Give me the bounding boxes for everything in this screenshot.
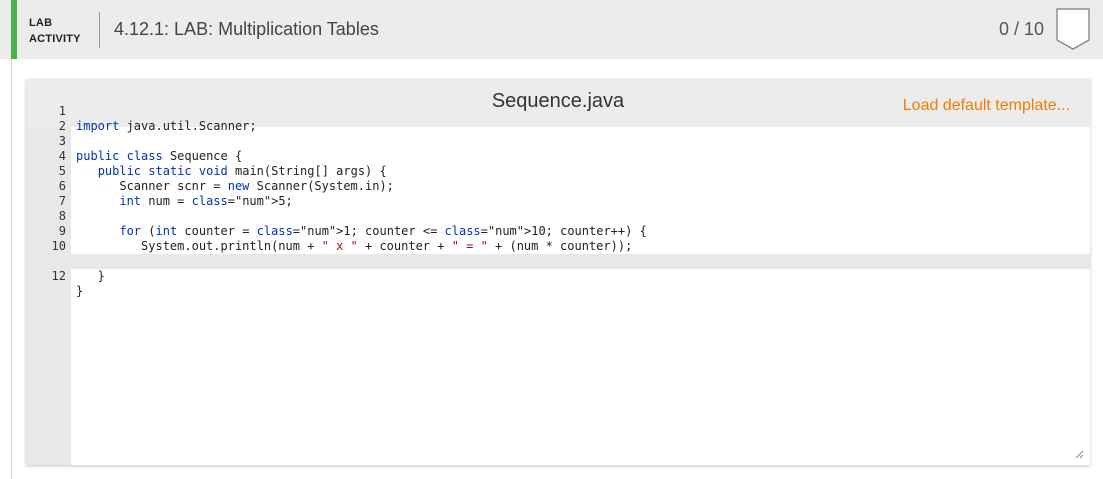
code-line[interactable]: 6 int num = class="num">5; [26,164,1090,208]
code-lines[interactable]: 1 import java.util.Scanner; 2 3 public c… [26,89,1090,298]
code-line[interactable]: 4 public static void main(String[] args)… [26,134,1090,178]
active-code-line[interactable]: 12 } [26,254,1090,298]
line-text[interactable]: } [76,284,83,299]
line-number: 12 [51,269,66,283]
lab-title: 4.12.1: LAB: Multiplication Tables [114,19,379,39]
code-line[interactable]: 9 System.out.println(num + " x " + count… [26,209,1090,253]
header-divider [99,12,100,48]
accent-bar [11,0,17,59]
lab-header: LAB ACTIVITY 4.12.1: LAB: Multiplication… [0,0,1103,59]
code-line[interactable]: 7 [26,179,1090,208]
score-display: 0 / 10 [999,19,1045,39]
lab-tag-line1: LAB [29,17,53,29]
code-line[interactable]: 1 import java.util.Scanner; [26,89,1090,133]
completion-badge-icon [1056,8,1090,50]
code-line[interactable]: 10 } [26,224,1090,268]
code-line[interactable]: 8 for (int counter = class="num">1; coun… [26,194,1090,238]
code-line[interactable]: 11 } [26,239,1090,283]
code-line[interactable]: 3 public class Sequence { [26,119,1090,163]
code-line[interactable]: 2 [26,104,1090,133]
line-text[interactable]: } [76,269,105,284]
code-editor-card: Sequence.java Load default template... 1… [26,79,1090,465]
lab-activity-tag: LAB ACTIVITY [29,15,81,47]
lab-tag-line2: ACTIVITY [29,33,81,45]
resize-handle-icon[interactable] [1074,449,1084,459]
code-line[interactable]: 5 Scanner scnr = new Scanner(System.in); [26,149,1090,193]
content-left-rule [11,59,12,479]
